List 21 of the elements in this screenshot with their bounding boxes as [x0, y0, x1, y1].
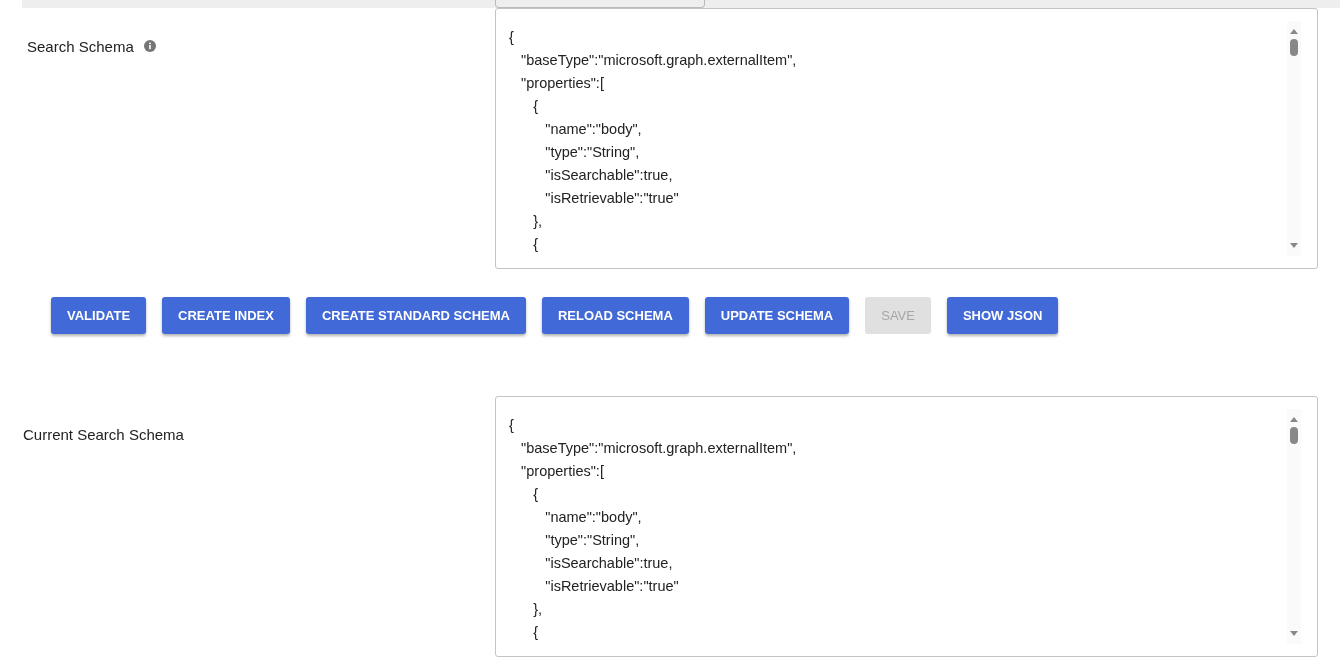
scroll-up-icon[interactable] — [1289, 27, 1299, 35]
code-text-area[interactable]: { "baseType":"microsoft.graph.externalItem", "properties":[ { "name":"body", "type":"String", "isSearchable":true, "isRetrievable":"true" }, { — [495, 8, 1318, 269]
scroll-down-icon[interactable] — [1289, 630, 1299, 638]
action-button[interactable]: SHOW JSON — [946, 297, 1059, 334]
scroll-thumb[interactable] — [1290, 39, 1298, 56]
scrollbar[interactable] — [1287, 21, 1301, 256]
action-button[interactable]: CREATE INDEX — [162, 297, 290, 334]
json-text: { "baseType":"microsoft.graph.externalItem", "properties":[ { "name":"body", "type":"String", "isSearchable":true, "isRetrievable":"true" }, { — [508, 416, 798, 642]
field-label: Current Search Schema — [23, 425, 184, 443]
code-text-area[interactable]: { "baseType":"microsoft.graph.externalItem", "properties":[ { "name":"body", "type":"String", "isSearchable":true, "isRetrievable":"true" }, { — [495, 396, 1318, 657]
action-button[interactable]: VALIDATE — [51, 297, 147, 334]
scrollbar[interactable] — [1287, 409, 1301, 644]
action-button[interactable]: CREATE STANDARD SCHEMA — [305, 297, 526, 334]
scroll-down-icon[interactable] — [1289, 242, 1299, 250]
action-button[interactable]: RELOAD SCHEMA — [541, 297, 689, 334]
scroll-up-icon[interactable] — [1289, 415, 1299, 423]
json-text: { "baseType":"microsoft.graph.externalItem", "properties":[ { "name":"body", "type":"String", "isSearchable":true, "isRetrievable":"true" }, { — [508, 28, 798, 254]
scroll-thumb[interactable] — [1290, 427, 1298, 444]
field-label: Search Schema — [27, 37, 134, 55]
action-button[interactable]: UPDATE SCHEMA — [704, 297, 850, 334]
info-icon[interactable] — [143, 40, 156, 52]
